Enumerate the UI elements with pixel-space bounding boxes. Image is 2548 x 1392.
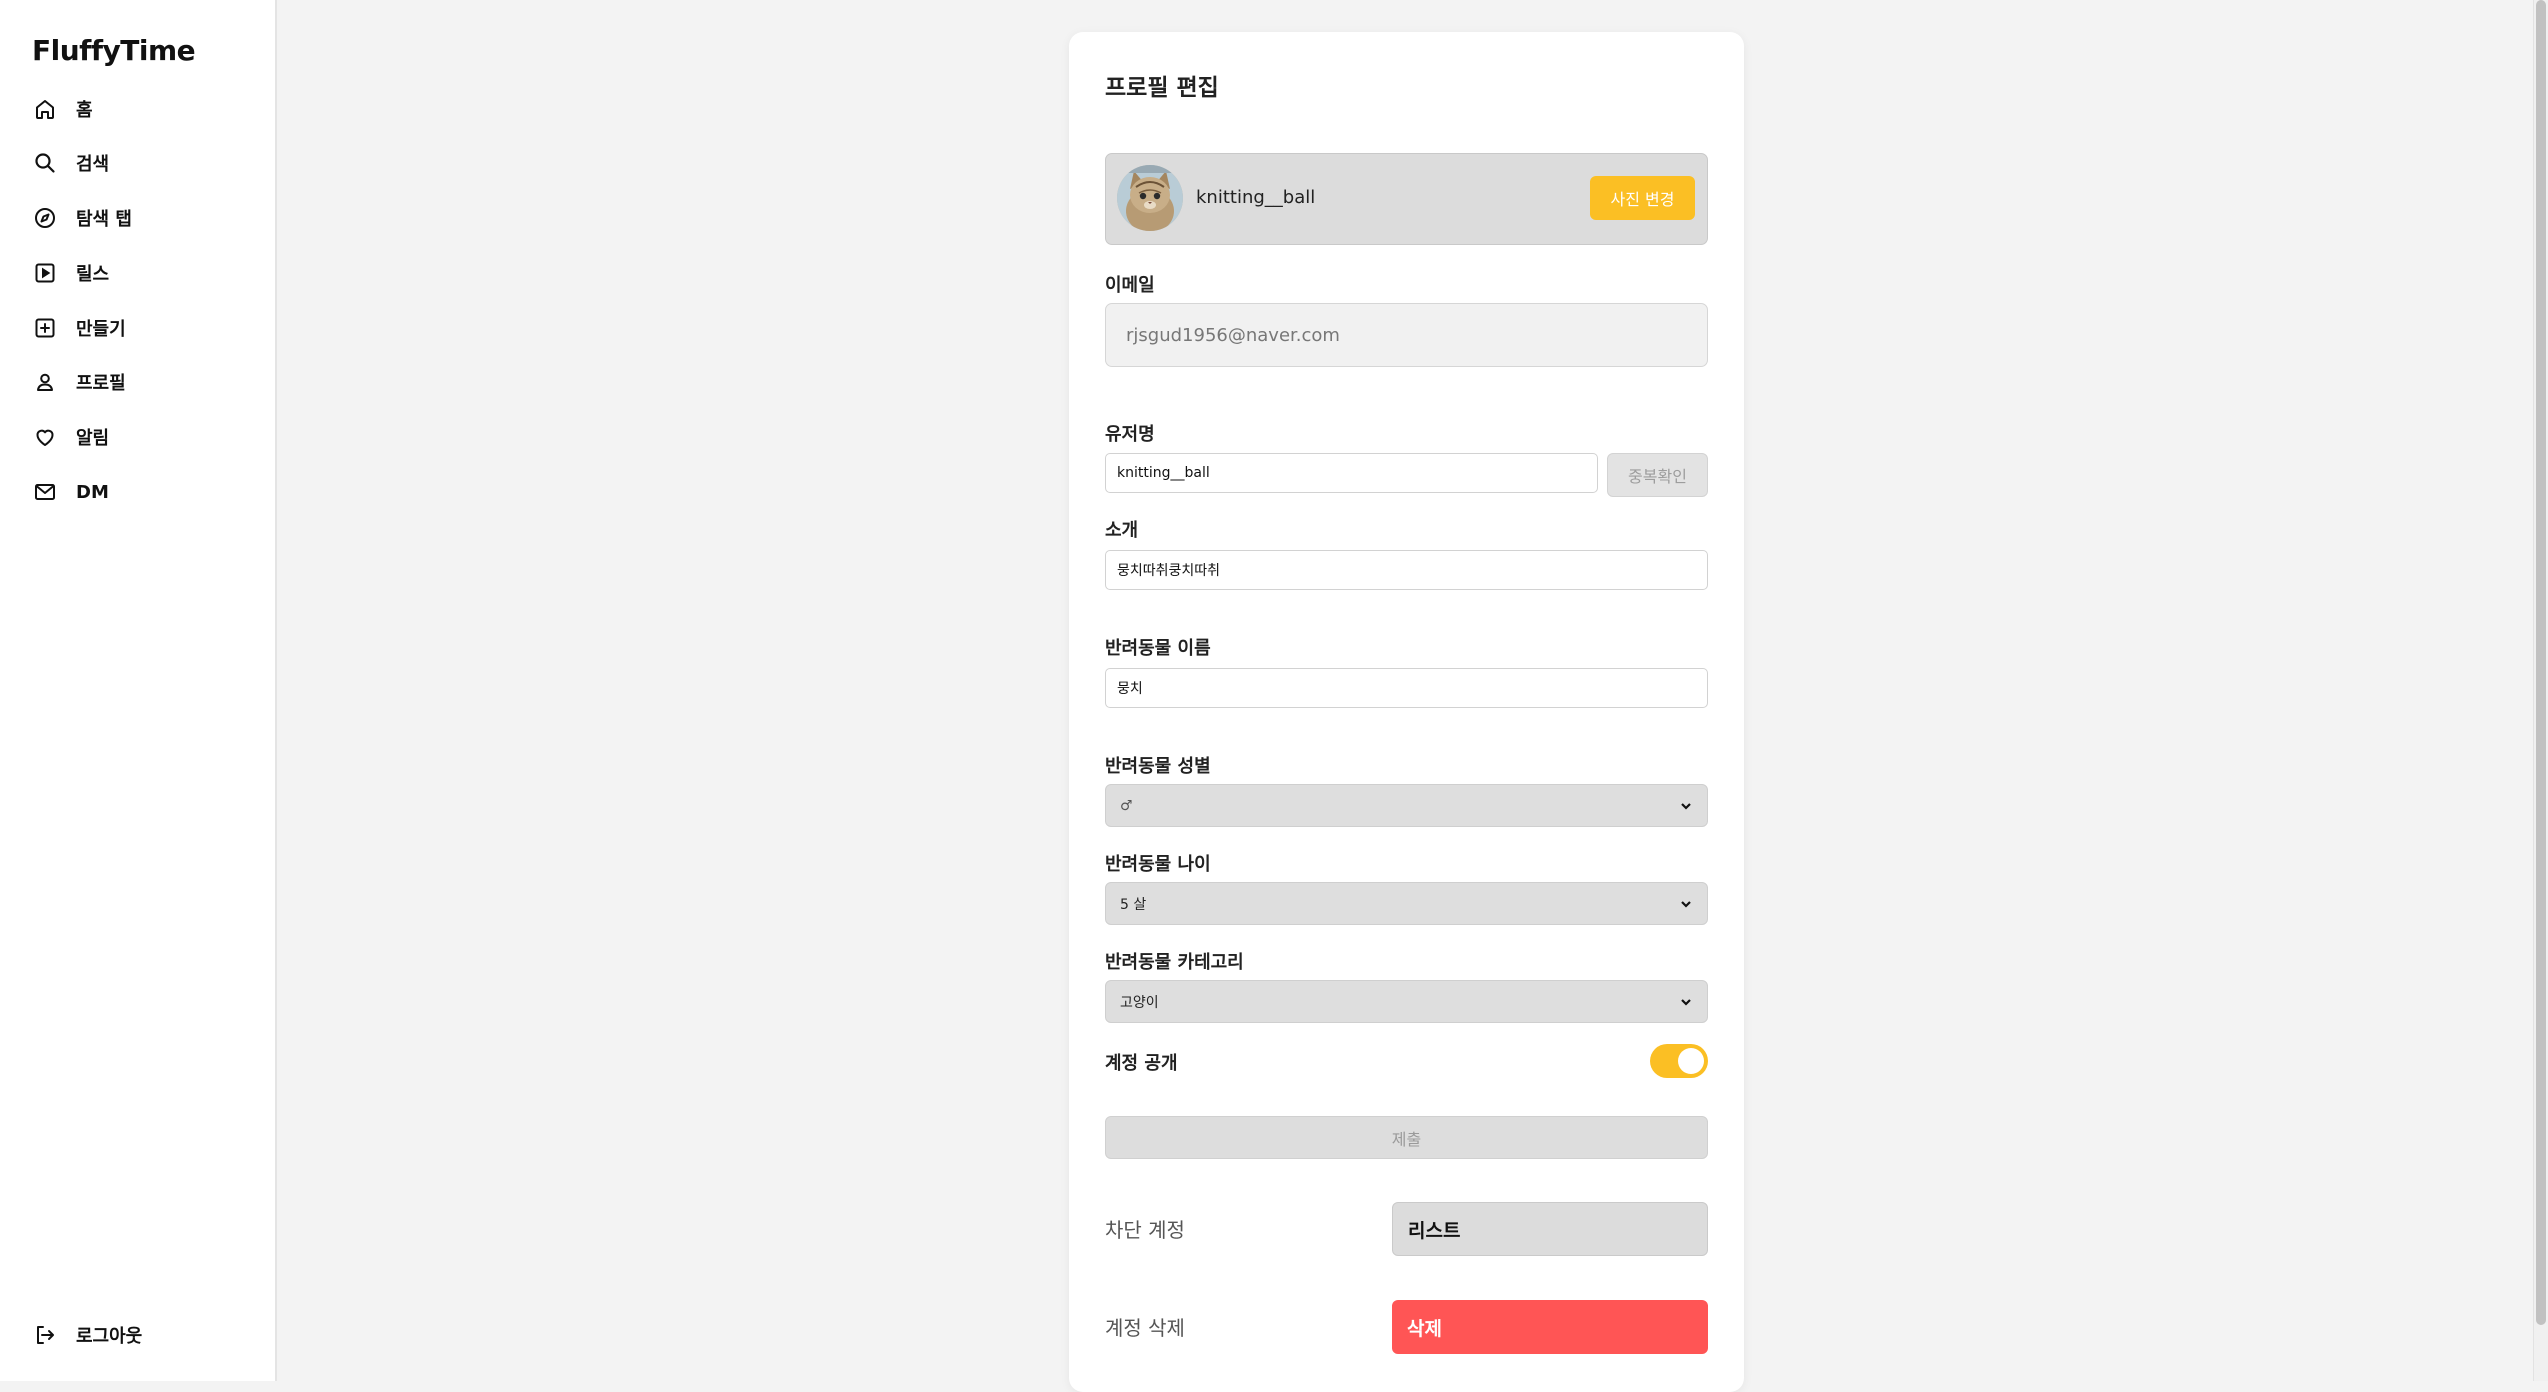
scrollbar[interactable] (2533, 0, 2548, 1381)
sidebar-item-reels[interactable]: 릴스 (32, 253, 262, 293)
sidebar-item-create[interactable]: 만들기 (32, 308, 262, 348)
pet-category-value: 고양이 (1120, 994, 1159, 1011)
toggle-knob (1678, 1048, 1704, 1074)
duplicate-check-button[interactable]: 중복확인 (1607, 453, 1708, 497)
sidebar-item-search[interactable]: 검색 (32, 143, 262, 183)
pet-age-value: 5 살 (1120, 896, 1147, 913)
heart-icon (32, 424, 58, 450)
intro-input[interactable] (1105, 550, 1708, 590)
scrollbar-thumb[interactable] (2536, 0, 2546, 1325)
home-icon (32, 96, 58, 122)
pet-age-select[interactable]: 5 살 (1105, 882, 1708, 925)
search-icon (32, 150, 58, 176)
logout-label: 로그아웃 (76, 1326, 143, 1347)
pet-category-select[interactable]: 고양이 (1105, 980, 1708, 1023)
chevron-down-icon (1681, 998, 1691, 1006)
sidebar-item-label: 프로필 (76, 373, 126, 394)
pet-name-input[interactable] (1105, 668, 1708, 708)
pet-name-label: 반려동물 이름 (1105, 638, 1211, 659)
user-icon (32, 369, 58, 395)
reels-icon (32, 260, 58, 286)
email-label: 이메일 (1105, 275, 1155, 296)
mail-icon (32, 479, 58, 505)
pet-age-label: 반려동물 나이 (1105, 854, 1211, 875)
submit-button[interactable]: 제출 (1105, 1116, 1708, 1159)
email-value: rjsgud1956@naver.com (1126, 324, 1340, 346)
account-public-label: 계정 공개 (1105, 1053, 1178, 1074)
logout-button[interactable]: 로그아웃 (32, 1315, 262, 1355)
page-title: 프로필 편집 (1105, 75, 1219, 101)
blocked-accounts-label: 차단 계정 (1105, 1218, 1185, 1242)
sidebar-item-profile[interactable]: 프로필 (32, 362, 262, 402)
avatar (1117, 165, 1183, 231)
sidebar-item-label: 만들기 (76, 319, 126, 340)
pet-category-label: 반려동물 카테고리 (1105, 952, 1244, 973)
sidebar: FluffyTime 홈 검색 탐색 탭 릴스 만들기 프로필 알림 DM 로그… (0, 0, 277, 1381)
plus-square-icon (32, 315, 58, 341)
sidebar-item-home[interactable]: 홈 (32, 89, 262, 129)
pet-gender-label: 반려동물 성별 (1105, 756, 1211, 777)
username-input[interactable] (1105, 453, 1598, 493)
pet-gender-select[interactable]: ♂ (1105, 784, 1708, 827)
compass-icon (32, 205, 58, 231)
delete-account-label: 계정 삭제 (1105, 1316, 1185, 1340)
sidebar-item-label: 알림 (76, 428, 110, 449)
sidebar-item-explore[interactable]: 탐색 탭 (32, 198, 262, 238)
sidebar-item-label: 검색 (76, 154, 110, 175)
change-photo-button[interactable]: 사진 변경 (1590, 176, 1695, 220)
sidebar-item-label: 홈 (76, 100, 93, 121)
blocked-list-button[interactable]: 리스트 (1392, 1202, 1708, 1256)
sidebar-item-dm[interactable]: DM (32, 472, 262, 512)
intro-label: 소개 (1105, 520, 1139, 541)
sidebar-item-label: 릴스 (76, 264, 110, 285)
chevron-down-icon (1681, 802, 1691, 810)
brand-logo[interactable]: FluffyTime (32, 34, 196, 67)
photo-username: knitting__ball (1196, 187, 1316, 208)
sidebar-item-label: 탐색 탭 (76, 209, 132, 230)
sidebar-item-label: DM (76, 481, 109, 503)
logout-icon (32, 1322, 58, 1348)
profile-edit-card: 프로필 편집 knitting__ball 사진 변경 이메일 rjsgud19 (1069, 32, 1744, 1392)
profile-photo-section: knitting__ball 사진 변경 (1105, 153, 1708, 245)
email-field: rjsgud1956@naver.com (1105, 303, 1708, 367)
chevron-down-icon (1681, 900, 1691, 908)
pet-gender-value: ♂ (1120, 797, 1133, 814)
username-label: 유저명 (1105, 424, 1155, 445)
sidebar-item-notifications[interactable]: 알림 (32, 417, 262, 457)
delete-account-button[interactable]: 삭제 (1392, 1300, 1708, 1354)
account-public-toggle[interactable] (1650, 1044, 1708, 1078)
